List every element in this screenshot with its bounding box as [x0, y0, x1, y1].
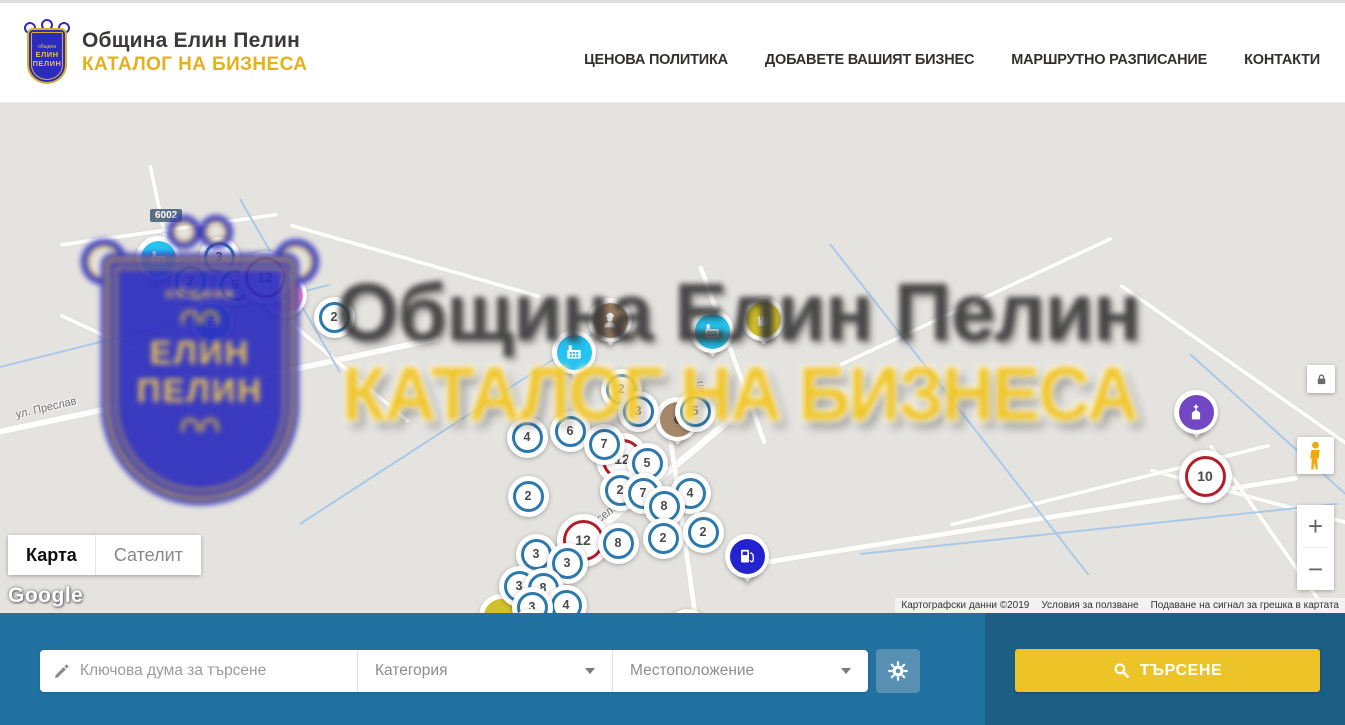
cluster-count: 4 [563, 598, 570, 612]
fuel-icon [730, 539, 765, 574]
search-submit-button[interactable]: ТЪРСЕНЕ [1015, 649, 1320, 692]
site-logo[interactable]: община ЕЛИН ПЕЛИН Община Елин Пелин КАТА… [25, 22, 307, 84]
factory-icon [195, 304, 230, 339]
lock-icon-button[interactable] [1307, 365, 1335, 393]
cluster-marker[interactable]: 2 [683, 512, 724, 553]
keyword-search-input[interactable] [80, 662, 347, 680]
business-pin-fuel[interactable] [725, 534, 769, 578]
attribution-data: Картографски данни ©2019 [895, 600, 1035, 611]
header: община ЕЛИН ПЕЛИН Община Елин Пелин КАТА… [0, 0, 1345, 103]
zoom-control: + − [1297, 505, 1334, 590]
pegman-icon [1306, 441, 1325, 471]
cluster-marker[interactable]: 3 [618, 391, 659, 432]
cluster-marker[interactable]: 8 [598, 523, 639, 564]
cluster-marker[interactable]: 2 [508, 476, 549, 517]
search-bar-left: Категория Местоположение [0, 613, 985, 725]
advanced-search-button[interactable] [876, 649, 920, 693]
business-pin-factory[interactable] [190, 299, 234, 343]
pencil-icon [53, 662, 71, 680]
attribution-report-link[interactable]: Подаване на сигнал за грешка в картата [1145, 600, 1345, 611]
nav-contacts[interactable]: КОНТАКТИ [1244, 52, 1320, 68]
cluster-marker[interactable]: 2 [170, 261, 211, 302]
cluster-count: 8 [615, 536, 622, 550]
cluster-count: 3 [533, 547, 540, 561]
map-type-control: Карта Сателит [8, 535, 201, 575]
map-canvas[interactable]: 6002105ул. Преславбул. „Новоселции 32512… [0, 103, 1345, 613]
cluster-count: 7 [601, 437, 608, 451]
location-select-label: Местоположение [630, 662, 754, 680]
business-pin-factory[interactable] [552, 330, 596, 374]
search-bar: Категория Местоположение [0, 613, 1345, 725]
category-select[interactable]: Категория [358, 650, 612, 692]
map-type-map-button[interactable]: Карта [8, 535, 95, 575]
cluster-count: 4 [524, 430, 531, 444]
cluster-count: 3 [216, 250, 223, 264]
street-view-pegman-button[interactable] [1297, 437, 1334, 474]
cluster-marker[interactable]: 2 [643, 518, 684, 559]
factory-icon [557, 335, 592, 370]
lock-icon [1314, 372, 1329, 387]
nav-pricing-policy[interactable]: ЦЕНОВА ПОЛИТИКА [584, 52, 728, 68]
municipality-crest-icon: община ЕЛИН ПЕЛИН [25, 22, 69, 84]
business-pin-bag[interactable] [741, 297, 785, 341]
bag-icon [746, 302, 781, 337]
cluster-marker[interactable]: 12 [239, 251, 292, 304]
nav-route-schedule[interactable]: МАРШРУТНО РАЗПИСАНИЕ [1011, 52, 1207, 68]
search-form: Категория Местоположение [40, 650, 868, 692]
nav-add-your-business[interactable]: ДОБАВЕТЕ ВАШИЯТ БИЗНЕС [765, 52, 974, 68]
keyword-field-wrap [40, 650, 357, 692]
worker-icon [593, 303, 628, 338]
cluster-count: 2 [331, 310, 338, 324]
zoom-out-button[interactable]: − [1297, 548, 1334, 590]
cluster-count: 2 [700, 525, 707, 539]
cluster-count: 8 [661, 499, 668, 513]
search-button-label: ТЪРСЕНЕ [1140, 662, 1223, 680]
cluster-marker[interactable]: 5 [675, 391, 716, 432]
gear-icon [887, 660, 909, 682]
search-icon [1113, 662, 1130, 679]
map-clusters-layer: 32512223546127522748128223338432510 [0, 103, 1345, 613]
cluster-count: 2 [525, 489, 532, 503]
crest-name-line1: ЕЛИН [35, 50, 58, 59]
cluster-count: 5 [644, 456, 651, 470]
cluster-count: 6 [567, 424, 574, 438]
cluster-marker[interactable]: 4 [507, 417, 548, 458]
factory-icon [141, 241, 176, 276]
business-pin-church[interactable] [1174, 390, 1218, 434]
chevron-down-icon [585, 668, 595, 674]
map-type-satellite-button[interactable]: Сателит [96, 535, 201, 575]
main-nav: ЦЕНОВА ПОЛИТИКА ДОБАВЕТЕ ВАШИЯТ БИЗНЕС М… [584, 52, 1320, 68]
site-title: Община Елин Пелин [82, 29, 307, 53]
cluster-count: 4 [687, 486, 694, 500]
cluster-marker[interactable]: 10 [1179, 450, 1232, 503]
church-icon [1179, 395, 1214, 430]
zoom-in-button[interactable]: + [1297, 505, 1334, 547]
cluster-marker[interactable]: 7 [584, 424, 625, 465]
map-attribution: Картографски данни ©2019 Условия за полз… [895, 598, 1345, 613]
attribution-terms-link[interactable]: Условия за ползване [1035, 600, 1144, 611]
cluster-count: 2 [660, 531, 667, 545]
site-subtitle: КАТАЛОГ НА БИЗНЕСА [82, 54, 307, 76]
cluster-count: 5 [692, 404, 699, 418]
cluster-count: 2 [187, 274, 194, 288]
category-select-label: Категория [375, 662, 447, 680]
cluster-count: 3 [564, 556, 571, 570]
cluster-marker[interactable]: 2 [314, 297, 355, 338]
cluster-count: 12 [257, 269, 273, 285]
cluster-count: 2 [618, 382, 625, 396]
cluster-count: 3 [635, 404, 642, 418]
cluster-count: 5 [232, 278, 239, 292]
chevron-down-icon [841, 668, 851, 674]
crest-name-line2: ПЕЛИН [33, 59, 62, 68]
factory-icon [695, 314, 730, 349]
search-bar-right: ТЪРСЕНЕ [985, 613, 1345, 725]
business-pin-factory[interactable] [690, 309, 734, 353]
road-number-label: 6002 [150, 209, 182, 222]
google-logo[interactable]: Google [8, 584, 83, 608]
location-select[interactable]: Местоположение [613, 650, 868, 692]
cluster-count: 10 [1197, 468, 1213, 484]
